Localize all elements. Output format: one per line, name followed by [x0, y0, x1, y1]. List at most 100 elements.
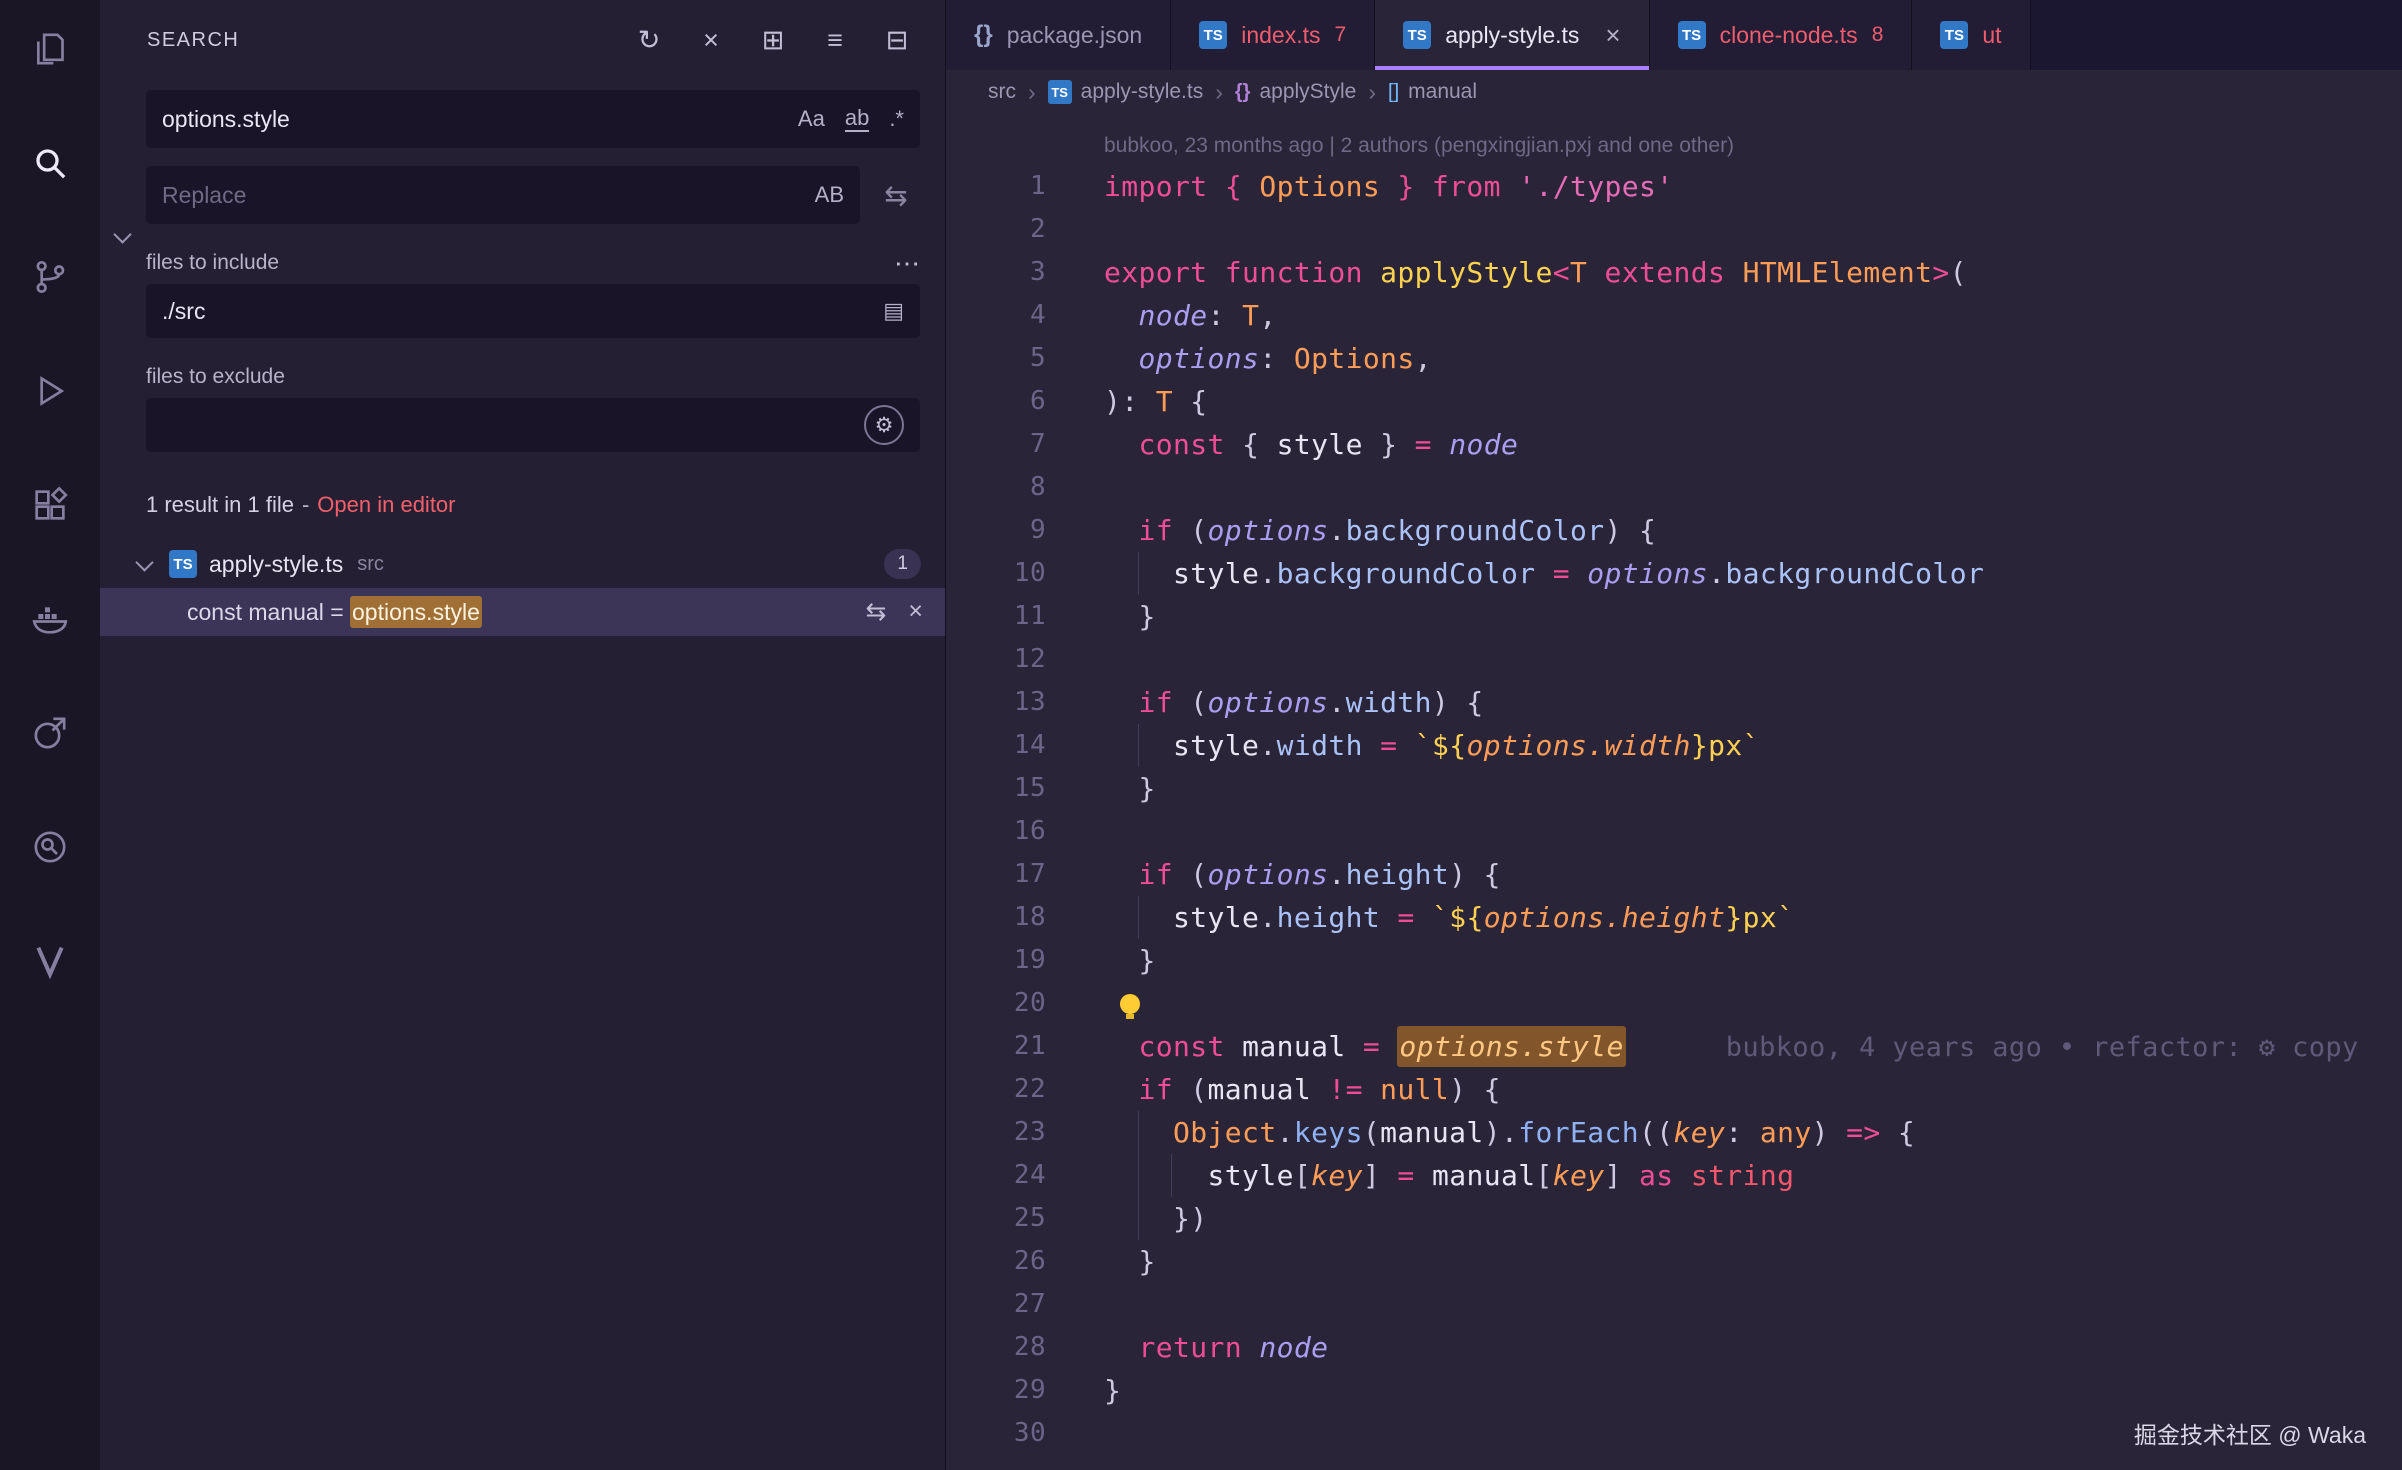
match-case-icon[interactable]: Aa	[798, 106, 825, 132]
v-extension-icon[interactable]	[26, 937, 74, 985]
line-number[interactable]: 18	[946, 896, 1046, 939]
line-number[interactable]: 24	[946, 1154, 1046, 1197]
line-number[interactable]: 25	[946, 1197, 1046, 1240]
code-line[interactable]: 3export function applyStyle<T extends HT…	[946, 251, 2402, 294]
live-share-icon[interactable]	[26, 709, 74, 757]
line-number[interactable]: 15	[946, 767, 1046, 810]
line-number[interactable]: 19	[946, 939, 1046, 982]
code-line[interactable]: 24 style[key] = manual[key] as string	[946, 1154, 2402, 1197]
whole-word-icon[interactable]: ab	[845, 106, 869, 131]
toggle-replace-chevron-icon[interactable]	[113, 225, 131, 243]
breadcrumb-item-manual[interactable]: []manual	[1388, 80, 1477, 104]
code-line[interactable]: 16	[946, 810, 2402, 853]
run-debug-icon[interactable]	[26, 367, 74, 415]
code-line[interactable]: 20	[946, 982, 2402, 1025]
code-line[interactable]: 29}	[946, 1369, 2402, 1412]
code-line[interactable]: 4 node: T,	[946, 294, 2402, 337]
chevron-down-icon[interactable]	[135, 553, 153, 571]
open-in-editor-link[interactable]: Open in editor	[317, 492, 455, 517]
code-line[interactable]: 10 style.backgroundColor = options.backg…	[946, 552, 2402, 595]
line-number[interactable]: 29	[946, 1369, 1046, 1412]
line-number[interactable]: 14	[946, 724, 1046, 767]
line-number[interactable]: 22	[946, 1068, 1046, 1111]
search-match-row[interactable]: const manual = options.style ⇆×	[100, 588, 945, 636]
line-number[interactable]: 4	[946, 294, 1046, 337]
files-exclude-input[interactable]: ⚙	[146, 398, 920, 452]
new-search-editor-icon[interactable]: ⊞	[751, 18, 795, 62]
code-line[interactable]: 18 style.height = `${options.height}px`	[946, 896, 2402, 939]
dismiss-match-icon[interactable]: ×	[908, 597, 923, 627]
code-line[interactable]: 19 }	[946, 939, 2402, 982]
code-line[interactable]: 23 Object.keys(manual).forEach((key: any…	[946, 1111, 2402, 1154]
tab-index.ts[interactable]: TSindex.ts7	[1171, 0, 1375, 70]
line-number[interactable]: 10	[946, 552, 1046, 595]
tab-package.json[interactable]: {}package.json	[946, 0, 1171, 70]
code-line[interactable]: 27	[946, 1283, 2402, 1326]
close-icon[interactable]: ×	[1605, 20, 1620, 51]
replace-all-button[interactable]: ⇆	[872, 171, 920, 219]
toggle-search-details-icon[interactable]: ⋯	[894, 248, 920, 279]
view-as-list-icon[interactable]: ≡	[813, 18, 857, 62]
breadcrumb-item-src[interactable]: src	[988, 80, 1016, 104]
code-line[interactable]: 11 }	[946, 595, 2402, 638]
refresh-icon[interactable]: ↻	[627, 18, 671, 62]
docker-icon[interactable]	[26, 595, 74, 643]
regex-icon[interactable]: .*	[889, 106, 904, 132]
breadcrumb-item-apply-style.ts[interactable]: TSapply-style.ts	[1048, 80, 1204, 104]
code-line[interactable]: 7 const { style } = node	[946, 423, 2402, 466]
code-editor[interactable]: bubkoo, 23 months ago | 2 authors (pengx…	[946, 114, 2402, 1470]
code-line[interactable]: 1import { Options } from './types'	[946, 165, 2402, 208]
code-line[interactable]: 25 })	[946, 1197, 2402, 1240]
line-number[interactable]: 28	[946, 1326, 1046, 1369]
code-line[interactable]: 28 return node	[946, 1326, 2402, 1369]
line-number[interactable]: 21	[946, 1025, 1046, 1068]
line-number[interactable]: 12	[946, 638, 1046, 681]
code-line[interactable]: 2	[946, 208, 2402, 251]
files-include-input[interactable]: ./src ▤	[146, 284, 920, 338]
line-number[interactable]: 20	[946, 982, 1046, 1025]
line-number[interactable]: 7	[946, 423, 1046, 466]
tab-clone-node.ts[interactable]: TSclone-node.ts8	[1650, 0, 1913, 70]
line-number[interactable]: 1	[946, 165, 1046, 208]
extensions-icon[interactable]	[26, 481, 74, 529]
search-icon[interactable]	[26, 139, 74, 187]
collapse-all-icon[interactable]: ⊟	[875, 18, 919, 62]
line-number[interactable]: 30	[946, 1412, 1046, 1455]
code-line[interactable]: 26 }	[946, 1240, 2402, 1283]
open-editors-book-icon[interactable]: ▤	[883, 298, 904, 324]
replace-input[interactable]: Replace AB	[146, 166, 860, 224]
code-line[interactable]: 8	[946, 466, 2402, 509]
code-line[interactable]: 12	[946, 638, 2402, 681]
code-line[interactable]: 5 options: Options,	[946, 337, 2402, 380]
line-number[interactable]: 16	[946, 810, 1046, 853]
code-line[interactable]: 14 style.width = `${options.width}px`	[946, 724, 2402, 767]
line-number[interactable]: 8	[946, 466, 1046, 509]
line-number[interactable]: 27	[946, 1283, 1046, 1326]
code-search-icon[interactable]	[26, 823, 74, 871]
line-number[interactable]: 13	[946, 681, 1046, 724]
clear-search-results-icon[interactable]: ×	[689, 18, 733, 62]
tab-apply-style.ts[interactable]: TSapply-style.ts×	[1375, 0, 1649, 70]
line-number[interactable]: 3	[946, 251, 1046, 294]
code-line[interactable]: 13 if (options.width) {	[946, 681, 2402, 724]
tab-ut[interactable]: TSut	[1912, 0, 2030, 70]
breadcrumb-item-applyStyle[interactable]: {}applyStyle	[1235, 80, 1356, 104]
line-number[interactable]: 23	[946, 1111, 1046, 1154]
git-codelens-annotation[interactable]: bubkoo, 23 months ago | 2 authors (pengx…	[1104, 134, 1734, 157]
line-number[interactable]: 5	[946, 337, 1046, 380]
code-line[interactable]: 15 }	[946, 767, 2402, 810]
line-number[interactable]: 17	[946, 853, 1046, 896]
line-number[interactable]: 2	[946, 208, 1046, 251]
source-control-icon[interactable]	[26, 253, 74, 301]
code-line[interactable]: 17 if (options.height) {	[946, 853, 2402, 896]
preserve-case-icon[interactable]: AB	[815, 182, 844, 208]
line-number[interactable]: 26	[946, 1240, 1046, 1283]
code-line[interactable]: 22 if (manual != null) {	[946, 1068, 2402, 1111]
line-number[interactable]: 9	[946, 509, 1046, 552]
explorer-icon[interactable]	[26, 25, 74, 73]
code-line[interactable]: 21 const manual = options.stylebubkoo, 4…	[946, 1025, 2402, 1068]
line-number[interactable]: 11	[946, 595, 1046, 638]
exclude-settings-gear-icon[interactable]: ⚙	[864, 405, 904, 445]
code-line[interactable]: 9 if (options.backgroundColor) {	[946, 509, 2402, 552]
result-file-row[interactable]: TS apply-style.ts src 1	[100, 540, 945, 588]
